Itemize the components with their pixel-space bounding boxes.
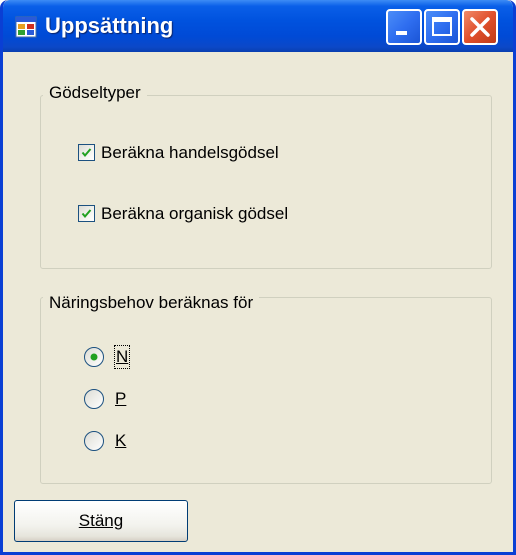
form-window-icon — [15, 16, 37, 38]
checkbox-label: Beräkna handelsgödsel — [101, 143, 279, 162]
fertilizer-types-group — [40, 95, 492, 269]
checkbox-box[interactable] — [78, 144, 95, 161]
maximize-button[interactable] — [424, 9, 460, 45]
checkbox-box[interactable] — [78, 205, 95, 222]
radio-unselected-icon[interactable] — [83, 430, 105, 452]
maximize-icon — [432, 17, 452, 36]
fertilizer-types-legend: Gödseltyper — [43, 83, 147, 103]
radio-selected-icon[interactable] — [83, 346, 105, 368]
close-button[interactable]: Stäng — [14, 500, 188, 542]
nutrient-need-group — [40, 297, 492, 484]
radio-label: K — [115, 431, 127, 450]
minimize-icon — [396, 31, 407, 35]
check-mark-icon — [81, 148, 92, 158]
checkbox-label: Beräkna organisk gödsel — [101, 204, 289, 223]
close-button-label: Stäng — [78, 511, 124, 530]
minimize-button[interactable] — [386, 9, 422, 45]
radio-label: P — [115, 389, 127, 408]
check-mark-icon — [81, 209, 92, 219]
radio-unselected-icon[interactable] — [83, 388, 105, 410]
close-window-button[interactable] — [462, 9, 498, 45]
radio-label: N — [113, 345, 131, 369]
close-icon — [470, 17, 490, 37]
title-bar[interactable]: Uppsättning — [3, 0, 513, 52]
window-title: Uppsättning — [45, 13, 174, 38]
settings-dialog: Uppsättning Gödseltyper Beräkna handelsg… — [0, 0, 516, 555]
nutrient-need-legend: Näringsbehov beräknas för — [43, 293, 260, 313]
